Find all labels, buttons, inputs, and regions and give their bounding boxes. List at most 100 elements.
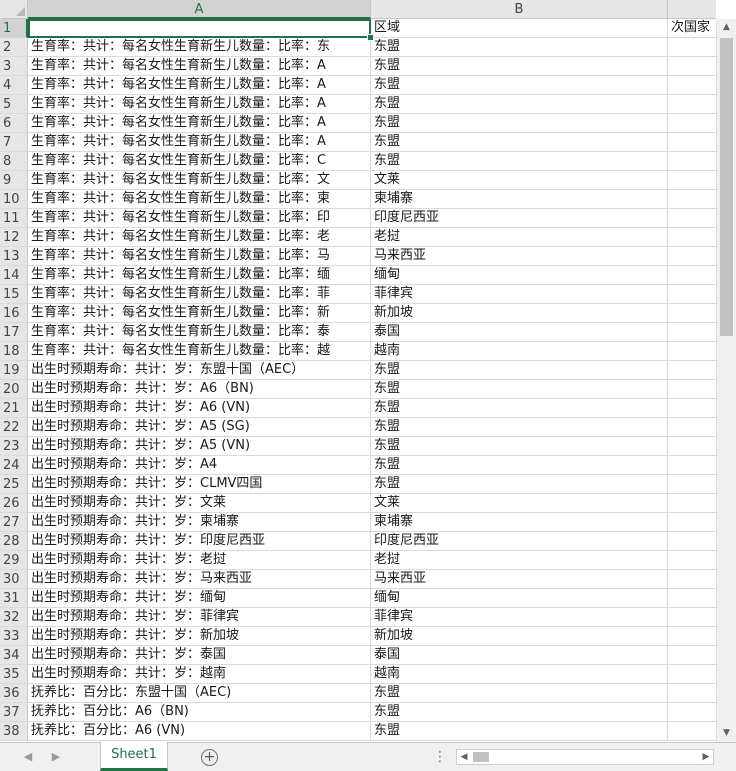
vertical-scrollbar[interactable]: ▲ ▼ — [716, 19, 736, 742]
cell-b[interactable]: 东盟 — [371, 152, 668, 171]
cell-a[interactable]: 生育率：共计：每名女性生育新生儿数量：比率：A — [28, 57, 371, 76]
row-header[interactable]: 34 — [0, 646, 28, 665]
cell-a[interactable]: 生育率：共计：每名女性生育新生儿数量：比率：菲 — [28, 285, 371, 304]
cell-b[interactable]: 东盟 — [371, 684, 668, 703]
cell-b[interactable]: 马来西亚 — [371, 247, 668, 266]
cell-c[interactable] — [668, 722, 716, 741]
cell-b[interactable]: 柬埔寨 — [371, 513, 668, 532]
cell-a[interactable]: 出生时预期寿命：共计：岁：菲律宾 — [28, 608, 371, 627]
cell-b[interactable]: 东盟 — [371, 133, 668, 152]
cell-a[interactable]: 出生时预期寿命：共计：岁：越南 — [28, 665, 371, 684]
cell-b[interactable]: 越南 — [371, 665, 668, 684]
cell-c[interactable] — [668, 304, 716, 323]
cell-a[interactable]: 抚养比：百分比：A6 (VN) — [28, 722, 371, 741]
row-header[interactable]: 15 — [0, 285, 28, 304]
row-header[interactable]: 21 — [0, 399, 28, 418]
add-sheet-icon[interactable]: + — [201, 749, 218, 766]
cell-a[interactable]: 出生时预期寿命：共计：岁：文莱 — [28, 494, 371, 513]
cell-a[interactable]: 出生时预期寿命：共计：岁：缅甸 — [28, 589, 371, 608]
cell-b[interactable]: 东盟 — [371, 57, 668, 76]
vertical-scroll-thumb[interactable] — [720, 38, 733, 336]
cell-b[interactable]: 东盟 — [371, 456, 668, 475]
row-header[interactable]: 37 — [0, 703, 28, 722]
row-header[interactable]: 27 — [0, 513, 28, 532]
cell-c[interactable] — [668, 209, 716, 228]
cell-b[interactable]: 东盟 — [371, 399, 668, 418]
cell-c[interactable] — [668, 114, 716, 133]
sheet-tab-sheet1[interactable]: Sheet1 — [100, 742, 168, 771]
cell-b[interactable]: 新加坡 — [371, 627, 668, 646]
cell-b[interactable]: 泰国 — [371, 646, 668, 665]
column-header-a[interactable]: A — [28, 0, 371, 19]
cell-a[interactable]: 出生时预期寿命：共计：岁：东盟十国（AEC） — [28, 361, 371, 380]
cell-a[interactable]: 出生时预期寿命：共计：岁：A6（BN) — [28, 380, 371, 399]
active-cell[interactable] — [28, 19, 371, 38]
row-header[interactable]: 33 — [0, 627, 28, 646]
row-header[interactable]: 17 — [0, 323, 28, 342]
cell-b[interactable]: 东盟 — [371, 722, 668, 741]
row-header[interactable]: 5 — [0, 95, 28, 114]
cell-a[interactable]: 生育率：共计：每名女性生育新生儿数量：比率：越 — [28, 342, 371, 361]
row-header[interactable]: 22 — [0, 418, 28, 437]
cell-a[interactable]: 生育率：共计：每名女性生育新生儿数量：比率：A — [28, 133, 371, 152]
row-header[interactable]: 7 — [0, 133, 28, 152]
cell-b[interactable]: 菲律宾 — [371, 608, 668, 627]
scroll-left-icon[interactable]: ◀ — [457, 750, 471, 764]
cell-b[interactable]: 文莱 — [371, 494, 668, 513]
row-header[interactable]: 3 — [0, 57, 28, 76]
cell-b[interactable]: 东盟 — [371, 418, 668, 437]
cell-b[interactable]: 菲律宾 — [371, 285, 668, 304]
spreadsheet-grid[interactable]: A B 1 区域 次国家 2 生育率：共计：每名女性生育新生儿数量：比率：东 东盟 3 生育率… — [0, 0, 736, 742]
row-header[interactable]: 30 — [0, 570, 28, 589]
cell-a[interactable]: 出生时预期寿命：共计：岁：泰国 — [28, 646, 371, 665]
cell-a[interactable]: 生育率：共计：每名女性生育新生儿数量：比率：A — [28, 76, 371, 95]
cell-c[interactable] — [668, 703, 716, 722]
row-header[interactable]: 29 — [0, 551, 28, 570]
cell-b[interactable]: 东盟 — [371, 437, 668, 456]
cell-a[interactable]: 生育率：共计：每名女性生育新生儿数量：比率：A — [28, 114, 371, 133]
cell-b[interactable]: 老挝 — [371, 228, 668, 247]
row-header[interactable]: 14 — [0, 266, 28, 285]
cell-a[interactable]: 生育率：共计：每名女性生育新生儿数量：比率：A — [28, 95, 371, 114]
row-header[interactable]: 28 — [0, 532, 28, 551]
cell-c[interactable] — [668, 133, 716, 152]
cell-a[interactable]: 生育率：共计：每名女性生育新生儿数量：比率：老 — [28, 228, 371, 247]
sheet-prev-icon[interactable]: ◀ — [18, 743, 38, 771]
cell-b[interactable]: 东盟 — [371, 38, 668, 57]
row-header[interactable]: 4 — [0, 76, 28, 95]
cell-b[interactable]: 东盟 — [371, 361, 668, 380]
row-header[interactable]: 36 — [0, 684, 28, 703]
row-header[interactable]: 2 — [0, 38, 28, 57]
tab-split-handle-icon[interactable]: ⋮ — [433, 743, 448, 771]
row-header[interactable]: 38 — [0, 722, 28, 741]
row-header[interactable]: 19 — [0, 361, 28, 380]
cell-a[interactable]: 生育率：共计：每名女性生育新生儿数量：比率：缅 — [28, 266, 371, 285]
cell-a[interactable]: 出生时预期寿命：共计：岁：新加坡 — [28, 627, 371, 646]
row-header[interactable]: 12 — [0, 228, 28, 247]
select-all-corner[interactable] — [0, 0, 28, 19]
cell-c[interactable] — [668, 247, 716, 266]
cell-a[interactable]: 出生时预期寿命：共计：岁：A5 (VN) — [28, 437, 371, 456]
cell-b[interactable]: 越南 — [371, 342, 668, 361]
row-header[interactable]: 1 — [0, 19, 28, 38]
sheet-next-icon[interactable]: ▶ — [46, 743, 66, 771]
row-header[interactable]: 23 — [0, 437, 28, 456]
cell-a[interactable]: 生育率：共计：每名女性生育新生儿数量：比率：柬 — [28, 190, 371, 209]
cell-b[interactable]: 文莱 — [371, 171, 668, 190]
cell-b[interactable]: 东盟 — [371, 95, 668, 114]
cell-b[interactable]: 东盟 — [371, 76, 668, 95]
cell-c[interactable] — [668, 152, 716, 171]
cell-c[interactable] — [668, 570, 716, 589]
scroll-right-icon[interactable]: ▶ — [699, 750, 713, 764]
cell-b[interactable]: 老挝 — [371, 551, 668, 570]
cell-a[interactable]: 抚养比：百分比：A6（BN) — [28, 703, 371, 722]
cell-c[interactable] — [668, 418, 716, 437]
cell-c[interactable] — [668, 589, 716, 608]
cell-a[interactable]: 出生时预期寿命：共计：岁：柬埔寨 — [28, 513, 371, 532]
row-header[interactable]: 24 — [0, 456, 28, 475]
cell-c[interactable] — [668, 38, 716, 57]
cell-c[interactable] — [668, 171, 716, 190]
cell-b[interactable]: 东盟 — [371, 114, 668, 133]
cell-c[interactable] — [668, 646, 716, 665]
cell-b[interactable]: 新加坡 — [371, 304, 668, 323]
